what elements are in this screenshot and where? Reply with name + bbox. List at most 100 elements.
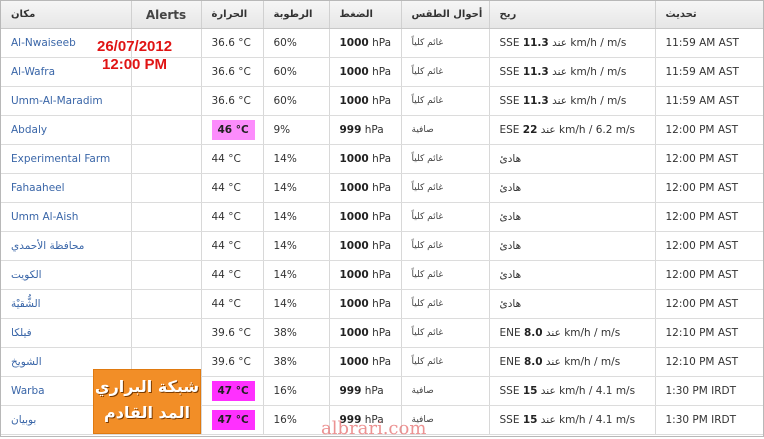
temperature-value: 44 °C <box>211 153 241 165</box>
pressure-cell: 1000 hPa <box>329 202 402 232</box>
conditions-cell: غائم كلياً <box>401 318 490 348</box>
annotation-time: 12:00 PM <box>102 56 168 73</box>
humidity-cell: 14% <box>263 173 330 203</box>
location-link[interactable]: محافظة الأحمدي <box>11 240 84 252</box>
table-row: الشُّقيْة 44 °C 14% 1000 hPa غائم كلياً هادئ 1… <box>1 289 763 319</box>
table-row: Experimental Farm 44 °C 14% 1000 hPa غائم كل… <box>1 144 763 174</box>
table-row: Umm Al-Aish 44 °C 14% 1000 hPa غائم كلياً هاد… <box>1 202 763 232</box>
wind-direction: SSE <box>499 385 520 397</box>
albrari-logo: شبكة البراري المد القادم <box>93 369 201 434</box>
location-link[interactable]: الشُّقيْة <box>11 298 41 310</box>
wind-direction: SSE <box>499 95 520 107</box>
pressure-cell: 1000 hPa <box>329 173 402 203</box>
wind-calm: هادئ <box>499 240 522 252</box>
location-link[interactable]: الكويت <box>11 269 42 281</box>
temperature-cell: 44 °C <box>201 289 264 319</box>
conditions-cell: صافية <box>401 115 490 145</box>
header-pressure[interactable]: الضغط <box>329 1 402 29</box>
logo-line-2: المد القادم <box>104 403 190 422</box>
wind-detail: عند km/h / 4.1 m/s <box>540 385 636 397</box>
location-link[interactable]: بوبيان <box>11 414 36 426</box>
pressure-unit: hPa <box>372 66 392 78</box>
location-link[interactable]: Experimental Farm <box>11 153 110 165</box>
humidity-cell: 9% <box>263 115 330 145</box>
location-link[interactable]: الشويخ <box>11 356 42 368</box>
wind-cell: ESE 22 عند km/h / 6.2 m/s <box>489 115 656 145</box>
pressure-unit: hPa <box>364 385 384 397</box>
wind-speed: 22 <box>522 124 538 136</box>
pressure-unit: hPa <box>372 269 392 281</box>
temperature-value: 44 °C <box>211 269 241 281</box>
location-link[interactable]: Abdaly <box>11 124 47 136</box>
date-time-annotation: 26/07/2012 12:00 PM <box>97 38 172 74</box>
wind-cell: SSE 11.3 عند km/h / m/s <box>489 86 656 116</box>
conditions-cell: غائم كلياً <box>401 173 490 203</box>
wind-calm: هادئ <box>499 153 522 165</box>
temperature-cell: 39.6 °C <box>201 347 264 377</box>
pressure-cell: 999 hPa <box>329 115 402 145</box>
location-link[interactable]: Al-Wafra <box>11 66 55 78</box>
temperature-value: 46 °C <box>211 120 255 140</box>
wind-speed: 11.3 <box>522 66 549 78</box>
temperature-value: 39.6 °C <box>211 356 251 368</box>
humidity-cell: 14% <box>263 289 330 319</box>
table-row: Umm-Al-Maradim 36.6 °C 60% 1000 hPa غائم كلي… <box>1 86 763 116</box>
temperature-value: 44 °C <box>211 182 241 194</box>
wind-detail: عند km/h / m/s <box>552 66 627 78</box>
pressure-cell: 1000 hPa <box>329 231 402 261</box>
temperature-value: 47 °C <box>211 410 255 430</box>
location-link[interactable]: Fahaaheel <box>11 182 65 194</box>
temperature-cell: 46 °C <box>201 115 264 145</box>
header-conditions[interactable]: أحوال الطقس <box>401 1 490 29</box>
location-link[interactable]: Warba <box>11 385 45 397</box>
pressure-value: 1000 <box>339 37 369 49</box>
wind-calm: هادئ <box>499 211 522 223</box>
header-location[interactable]: مكان <box>1 1 132 29</box>
temperature-cell: 36.6 °C <box>201 86 264 116</box>
wind-cell: SSE 11.3 عند km/h / m/s <box>489 28 656 58</box>
location-link[interactable]: Umm Al-Aish <box>11 211 78 223</box>
humidity-cell: 14% <box>263 202 330 232</box>
location-cell: Umm Al-Aish <box>1 202 132 232</box>
wind-calm: هادئ <box>499 182 522 194</box>
alerts-cell <box>131 115 202 145</box>
wind-direction: SSE <box>499 37 520 49</box>
pressure-value: 999 <box>339 385 362 397</box>
updated-cell: 1:30 PM IRDT <box>655 376 763 406</box>
humidity-cell: 38% <box>263 347 330 377</box>
pressure-unit: hPa <box>372 95 392 107</box>
location-cell: الكويت <box>1 260 132 290</box>
header-updated[interactable]: تحديث <box>655 1 763 29</box>
temperature-value: 44 °C <box>211 211 241 223</box>
wind-speed: 8.0 <box>523 327 543 339</box>
conditions-cell: غائم كلياً <box>401 144 490 174</box>
location-link[interactable]: Umm-Al-Maradim <box>11 95 103 107</box>
temperature-cell: 36.6 °C <box>201 28 264 58</box>
wind-speed: 11.3 <box>522 37 549 49</box>
header-alerts[interactable]: Alerts <box>131 1 202 29</box>
humidity-cell: 60% <box>263 57 330 87</box>
header-temperature[interactable]: الحرارة <box>201 1 264 29</box>
wind-calm: هادئ <box>499 269 522 281</box>
wind-speed: 15 <box>522 385 538 397</box>
wind-direction: ESE <box>499 124 520 136</box>
pressure-unit: hPa <box>372 356 392 368</box>
header-wind[interactable]: ريح <box>489 1 656 29</box>
location-link[interactable]: فيلكا <box>11 327 32 339</box>
updated-cell: 12:00 PM AST <box>655 231 763 261</box>
temperature-cell: 44 °C <box>201 173 264 203</box>
wind-speed: 11.3 <box>522 95 549 107</box>
pressure-unit: hPa <box>372 240 392 252</box>
wind-calm: هادئ <box>499 298 522 310</box>
location-link[interactable]: Al-Nwaiseeb <box>11 37 76 49</box>
humidity-cell: 60% <box>263 28 330 58</box>
header-humidity[interactable]: الرطوبة <box>263 1 330 29</box>
pressure-cell: 1000 hPa <box>329 289 402 319</box>
location-cell: Abdaly <box>1 115 132 145</box>
wind-detail: عند km/h / 4.1 m/s <box>540 414 636 426</box>
pressure-value: 1000 <box>339 95 369 107</box>
pressure-cell: 1000 hPa <box>329 260 402 290</box>
pressure-value: 1000 <box>339 269 369 281</box>
wind-cell: SSE 15 عند km/h / 4.1 m/s <box>489 405 656 435</box>
pressure-unit: hPa <box>372 327 392 339</box>
